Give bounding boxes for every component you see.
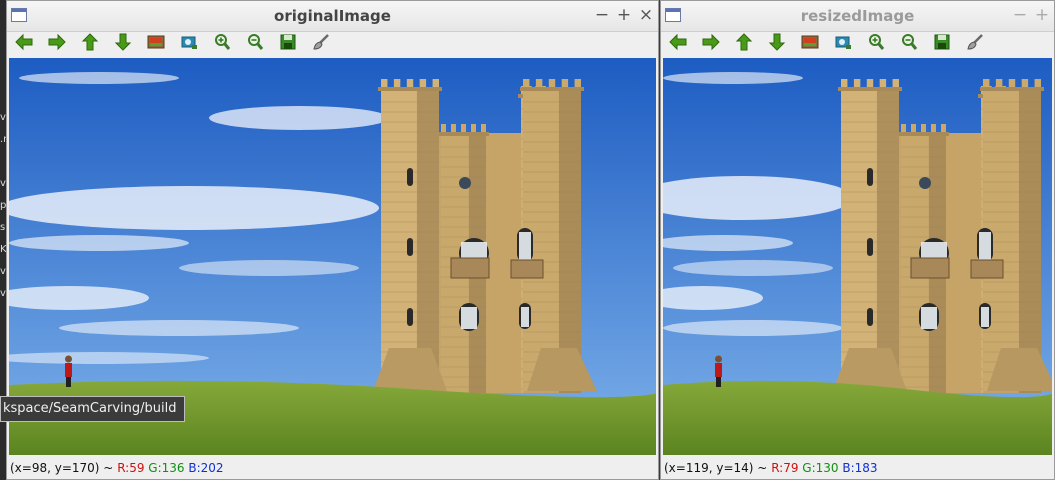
pan-up-button[interactable] (731, 33, 757, 55)
pixel-green-value: G:136 (148, 461, 185, 475)
close-button[interactable]: × (638, 6, 654, 24)
zoom-fit-icon (146, 33, 166, 55)
zoom-actual-icon (179, 33, 199, 55)
castle-photo (663, 58, 1052, 455)
zoom-in-icon (213, 33, 231, 55)
pan-right-icon (701, 33, 721, 55)
pan-down-button[interactable] (764, 33, 790, 55)
pan-left-icon (14, 33, 34, 55)
pan-left-button[interactable] (11, 33, 37, 55)
cursor-coordinates: (x=98, y=170) ~ (10, 461, 114, 475)
properties-brush-icon (965, 33, 985, 55)
zoom-fit-button[interactable] (143, 33, 169, 55)
save-button[interactable] (929, 33, 955, 55)
zoom-out-button[interactable] (242, 33, 268, 55)
minimize-button[interactable]: − (594, 6, 610, 24)
zoom-out-button[interactable] (896, 33, 922, 55)
pan-up-icon (735, 32, 753, 56)
zoom-actual-icon (833, 33, 853, 55)
save-button[interactable] (275, 33, 301, 55)
person-figure (715, 355, 722, 387)
pixel-blue-value: B:202 (188, 461, 224, 475)
zoom-actual-button[interactable] (176, 33, 202, 55)
pan-right-icon (47, 33, 67, 55)
zoom-fit-button[interactable] (797, 33, 823, 55)
properties-brush-button[interactable] (308, 33, 334, 55)
save-icon (279, 33, 297, 55)
titlebar[interactable]: originalImage − + × (7, 1, 658, 32)
zoom-out-icon (900, 33, 918, 55)
status-bar: (x=119, y=14) ~ R:79 G:130 B:183 (661, 457, 1054, 479)
maximize-button[interactable]: + (616, 6, 632, 24)
zoom-in-button[interactable] (209, 33, 235, 55)
pan-right-button[interactable] (44, 33, 70, 55)
pixel-blue-value: B:183 (842, 461, 878, 475)
properties-brush-icon (311, 33, 331, 55)
image-canvas[interactable] (663, 58, 1052, 455)
titlebar[interactable]: resizedImage − + (661, 1, 1054, 32)
pan-right-button[interactable] (698, 33, 724, 55)
path-tooltip: kspace/SeamCarving/build (0, 396, 186, 422)
zoom-in-button[interactable] (863, 33, 889, 55)
pan-down-icon (768, 32, 786, 56)
pan-left-icon (668, 33, 688, 55)
pan-down-button[interactable] (110, 33, 136, 55)
pixel-red-value: R:79 (771, 461, 799, 475)
save-icon (933, 33, 951, 55)
pan-up-icon (81, 32, 99, 56)
zoom-out-icon (246, 33, 264, 55)
pixel-green-value: G:130 (802, 461, 839, 475)
window-title: resizedImage (800, 7, 915, 25)
zoom-fit-icon (800, 33, 820, 55)
cursor-coordinates: (x=119, y=14) ~ (664, 461, 768, 475)
toolbar (7, 32, 658, 56)
person-figure (65, 355, 72, 387)
pan-left-button[interactable] (665, 33, 691, 55)
maximize-button[interactable]: + (1034, 6, 1050, 24)
properties-brush-button[interactable] (962, 33, 988, 55)
pixel-red-value: R:59 (117, 461, 145, 475)
zoom-in-icon (867, 33, 885, 55)
resized-image-window[interactable]: resizedImage − + (x=119, y=14) ~ R:79 G:… (660, 0, 1055, 480)
minimize-button[interactable]: − (1012, 6, 1028, 24)
window-title: originalImage (274, 7, 391, 25)
toolbar (661, 32, 1054, 56)
status-bar: (x=98, y=170) ~ R:59 G:136 B:202 (7, 457, 658, 479)
zoom-actual-button[interactable] (830, 33, 856, 55)
pan-down-icon (114, 32, 132, 56)
pan-up-button[interactable] (77, 33, 103, 55)
